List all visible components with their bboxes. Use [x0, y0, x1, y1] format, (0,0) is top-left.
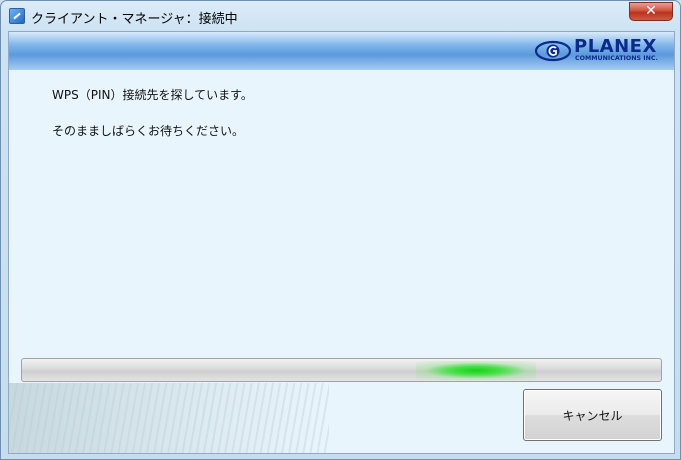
header-banner: PLANEX COMMUNICATIONS INC.	[9, 32, 674, 70]
window-title: クライアント・マネージャ：接続中	[31, 12, 238, 27]
cancel-button[interactable]: キャンセル	[523, 389, 662, 441]
dialog-window: クライアント・マネージャ：接続中 ✕ PLANEX COMMUNICATIONS…	[0, 0, 681, 460]
close-icon: ✕	[645, 3, 657, 19]
progress-indicator	[415, 361, 536, 380]
wait-message: そのまましばらくお待ちください。	[52, 124, 245, 138]
planex-logo: PLANEX COMMUNICATIONS INC.	[534, 36, 664, 67]
logo-wordmark: PLANEX	[574, 36, 657, 57]
close-button[interactable]: ✕	[629, 2, 673, 21]
planex-logo-icon	[534, 40, 572, 62]
decorative-circuit-pattern	[9, 383, 329, 453]
logo-subtitle: COMMUNICATIONS INC.	[575, 55, 658, 62]
status-message: WPS（PIN）接続先を探しています。	[52, 88, 253, 102]
progress-bar	[21, 358, 662, 382]
cancel-button-label: キャンセル	[562, 408, 623, 423]
dialog-client-area: PLANEX COMMUNICATIONS INC. WPS（PIN）接続先を探…	[8, 31, 675, 454]
title-bar[interactable]: クライアント・マネージャ：接続中 ✕	[1, 1, 680, 31]
planex-app-icon	[9, 8, 25, 24]
